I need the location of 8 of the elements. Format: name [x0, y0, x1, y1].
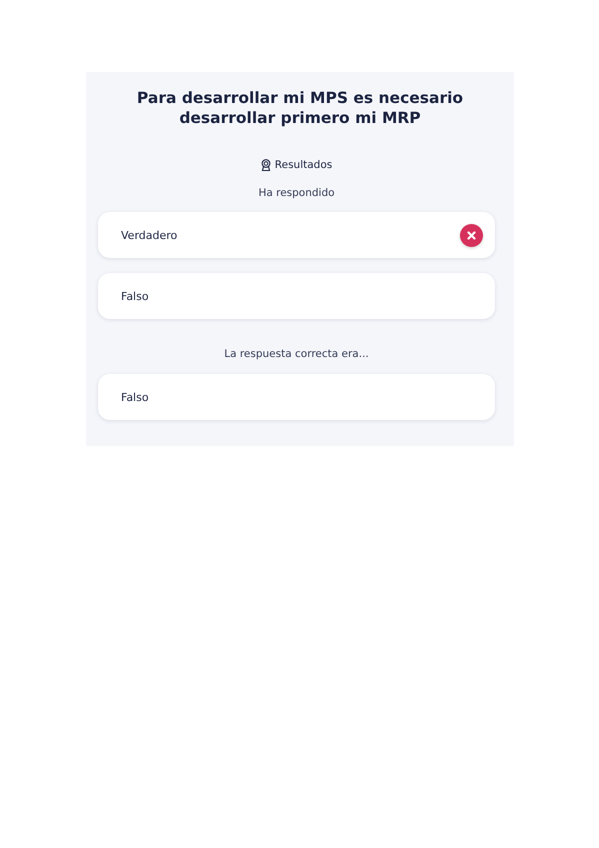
answered-label: Ha respondido — [257, 187, 336, 199]
answer-text: Verdadero — [121, 228, 178, 242]
results-label: Resultados — [274, 159, 332, 171]
question-title: Para desarrollar mi MPS es necesario desarrollar primero mi MRP — [136, 88, 464, 128]
award-icon — [260, 159, 271, 171]
correct-answer-label: La respuesta correcta era... — [223, 348, 370, 360]
answer-text: Falso — [121, 290, 149, 302]
answer-text: Falso — [121, 390, 149, 404]
